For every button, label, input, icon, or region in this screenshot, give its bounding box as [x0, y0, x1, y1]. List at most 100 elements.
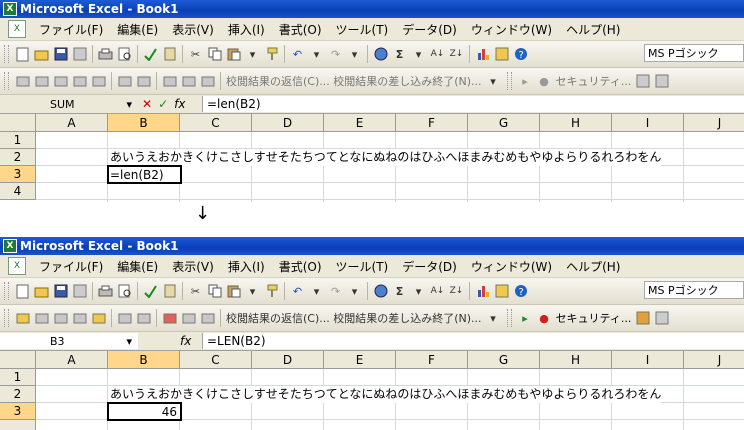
row-header[interactable]: 2 — [0, 149, 36, 166]
redo-icon[interactable]: ↷ — [327, 46, 344, 63]
permission-icon[interactable] — [71, 283, 88, 300]
column-header[interactable]: A — [36, 351, 108, 369]
cell-b3-active[interactable]: 46 — [107, 402, 182, 421]
permission-icon[interactable] — [71, 46, 88, 63]
review-icon[interactable] — [135, 310, 152, 327]
toolbar-grip[interactable] — [4, 72, 9, 90]
sort-descending-icon[interactable]: Z↓ — [448, 46, 465, 63]
review-icon[interactable] — [71, 73, 88, 90]
menu-tools[interactable]: ツール(T) — [329, 258, 396, 275]
copy-icon[interactable] — [206, 283, 223, 300]
column-header[interactable]: F — [396, 114, 468, 132]
column-header[interactable]: G — [468, 114, 540, 132]
new-icon[interactable] — [14, 46, 31, 63]
menu-window[interactable]: ウィンドウ(W) — [464, 21, 559, 38]
paste-icon[interactable] — [225, 283, 242, 300]
menu-edit[interactable]: 編集(E) — [110, 21, 165, 38]
paste-dropdown-icon[interactable]: ▾ — [244, 283, 261, 300]
name-box[interactable]: SUM ▾ — [0, 96, 138, 112]
cut-icon[interactable]: ✂ — [187, 283, 204, 300]
menu-window[interactable]: ウィンドウ(W) — [464, 258, 559, 275]
save-icon[interactable] — [52, 46, 69, 63]
review-commands[interactable]: 校閲結果の返信(C)... 校閲結果の差し込み終了(N)... — [226, 310, 482, 326]
design-mode-icon[interactable] — [634, 310, 651, 327]
research-icon[interactable] — [161, 46, 178, 63]
menu-edit[interactable]: 編集(E) — [110, 258, 165, 275]
format-painter-icon[interactable] — [263, 46, 280, 63]
font-name-box[interactable]: MS Pゴシック — [644, 44, 744, 62]
sort-descending-icon[interactable]: Z↓ — [448, 283, 465, 300]
review-icon[interactable] — [199, 73, 216, 90]
toolbar-grip[interactable] — [4, 45, 9, 63]
hyperlink-icon[interactable] — [372, 283, 389, 300]
toolbar-grip[interactable] — [4, 282, 9, 300]
workbook-menu-icon[interactable]: X — [8, 20, 26, 38]
formula-input[interactable]: =len(B2) — [202, 96, 744, 112]
column-header[interactable]: A — [36, 114, 108, 132]
row-header[interactable]: 4 — [0, 183, 36, 200]
open-icon[interactable] — [33, 283, 50, 300]
menu-file[interactable]: ファイル(F) — [32, 21, 110, 38]
review-icon[interactable] — [14, 310, 31, 327]
redo-dropdown-icon[interactable]: ▾ — [346, 283, 363, 300]
review-icon[interactable] — [161, 73, 178, 90]
toolbar-options-icon[interactable]: ▾ — [485, 310, 502, 327]
enter-icon[interactable]: ✓ — [158, 97, 168, 111]
autosum-dropdown-icon[interactable]: ▾ — [410, 46, 427, 63]
run-icon[interactable]: ▸ — [517, 73, 534, 90]
review-icon[interactable] — [116, 73, 133, 90]
autosum-dropdown-icon[interactable]: ▾ — [410, 283, 427, 300]
formula-input[interactable]: =LEN(B2) — [202, 333, 744, 349]
open-icon[interactable] — [33, 46, 50, 63]
toolbar-options-icon[interactable]: ▾ — [485, 73, 502, 90]
column-header[interactable]: E — [324, 351, 396, 369]
chart-icon[interactable] — [474, 46, 491, 63]
help-icon[interactable]: ? — [512, 46, 529, 63]
sort-ascending-icon[interactable]: A↓ — [429, 283, 446, 300]
record-icon[interactable]: ● — [536, 73, 553, 90]
redo-icon[interactable]: ↷ — [327, 283, 344, 300]
column-header[interactable]: C — [180, 114, 252, 132]
column-header[interactable]: C — [180, 351, 252, 369]
menu-help[interactable]: ヘルプ(H) — [559, 21, 627, 38]
copy-icon[interactable] — [206, 46, 223, 63]
tools-icon[interactable] — [653, 73, 670, 90]
row-header[interactable]: 3 — [0, 403, 36, 420]
cut-icon[interactable]: ✂ — [187, 46, 204, 63]
review-icon[interactable] — [90, 310, 107, 327]
print-preview-icon[interactable] — [116, 46, 133, 63]
review-icon[interactable] — [52, 73, 69, 90]
review-icon[interactable] — [14, 73, 31, 90]
column-header[interactable]: F — [396, 351, 468, 369]
menu-tools[interactable]: ツール(T) — [329, 21, 396, 38]
design-mode-icon[interactable] — [634, 73, 651, 90]
menu-insert[interactable]: 挿入(I) — [221, 258, 272, 275]
column-header[interactable]: D — [252, 351, 324, 369]
select-all-corner[interactable] — [0, 114, 36, 132]
redo-dropdown-icon[interactable]: ▾ — [346, 46, 363, 63]
name-box-dropdown-icon[interactable]: ▾ — [126, 98, 132, 111]
menu-help[interactable]: ヘルプ(H) — [559, 258, 627, 275]
security-button[interactable]: セキュリティ... — [556, 73, 632, 89]
menu-data[interactable]: データ(D) — [395, 21, 464, 38]
review-icon[interactable] — [33, 73, 50, 90]
insert-function-icon[interactable]: fx — [180, 334, 191, 348]
menu-insert[interactable]: 挿入(I) — [221, 21, 272, 38]
menu-format[interactable]: 書式(O) — [272, 258, 329, 275]
drawing-icon[interactable] — [493, 46, 510, 63]
cell-b3-editing[interactable]: =len(B2) — [107, 165, 182, 184]
menu-view[interactable]: 表示(V) — [165, 258, 221, 275]
workbook-menu-icon[interactable]: X — [8, 257, 26, 275]
select-all-corner[interactable] — [0, 351, 36, 369]
save-icon[interactable] — [52, 283, 69, 300]
paste-dropdown-icon[interactable]: ▾ — [244, 46, 261, 63]
row-header[interactable]: 3 — [0, 166, 36, 183]
spelling-icon[interactable] — [142, 283, 159, 300]
research-icon[interactable] — [161, 283, 178, 300]
review-icon[interactable] — [90, 73, 107, 90]
paste-icon[interactable] — [225, 46, 242, 63]
menu-view[interactable]: 表示(V) — [165, 21, 221, 38]
help-icon[interactable]: ? — [512, 283, 529, 300]
cancel-icon[interactable]: ✕ — [142, 97, 152, 111]
review-icon[interactable] — [180, 73, 197, 90]
